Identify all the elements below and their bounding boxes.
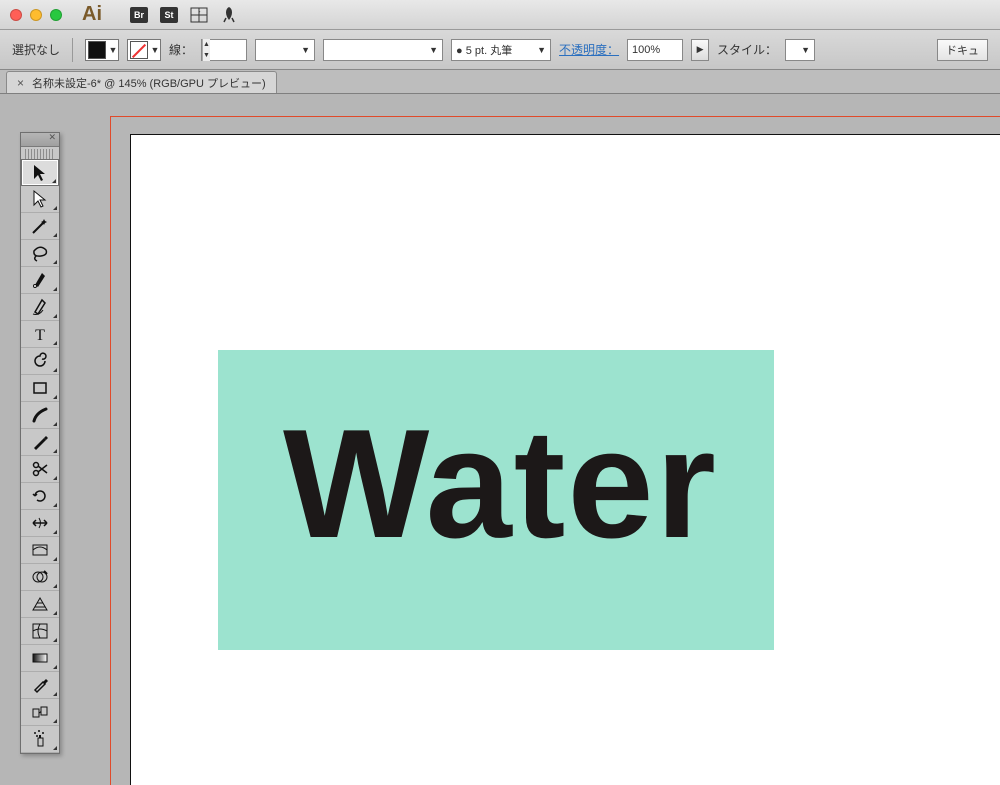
canvas-area[interactable]: Water [100, 116, 1000, 785]
app-switcher-icons: Br St [130, 7, 238, 23]
magic-wand-tool[interactable] [21, 213, 59, 240]
teal-rectangle-object[interactable]: Water [218, 350, 774, 650]
fill-swatch[interactable]: ▼ [85, 39, 119, 61]
brush-definition-dropdown[interactable]: ▼ [323, 39, 443, 61]
rect-icon [30, 378, 50, 398]
no-selection-label: 選択なし [12, 41, 60, 58]
artboard[interactable]: Water [130, 134, 1000, 785]
stock-icon[interactable]: St [160, 7, 178, 23]
variable-width-profile-dropdown[interactable]: ▼ [255, 39, 315, 61]
workspace: T Water [0, 94, 1000, 785]
pencil-icon [30, 432, 50, 452]
curvature-tool[interactable] [21, 294, 59, 321]
tools-panel[interactable]: T [20, 132, 60, 754]
document-tab[interactable]: × 名称未設定-6* @ 145% (RGB/GPU プレビュー) [6, 71, 277, 93]
stroke-swatch[interactable]: ▼ [127, 39, 161, 61]
eyedropper-tool[interactable] [21, 672, 59, 699]
spiral-icon [30, 351, 50, 371]
bridge-icon[interactable]: Br [130, 7, 148, 23]
document-tab-bar: × 名称未設定-6* @ 145% (RGB/GPU プレビュー) [0, 70, 1000, 94]
width-icon [30, 513, 50, 533]
tools-panel-header[interactable] [21, 133, 59, 147]
type-icon: T [30, 324, 50, 344]
window-traffic-lights [10, 9, 62, 21]
lasso-tool[interactable] [21, 240, 59, 267]
gradient-icon [30, 648, 50, 668]
shapebuilder-icon [30, 567, 50, 587]
brush-preset-value: ● 5 pt. 丸筆 [456, 42, 533, 58]
spray-icon [30, 729, 50, 749]
stroke-weight-stepper[interactable]: ▲▼ [202, 39, 210, 61]
pen-tool[interactable] [21, 267, 59, 294]
blend-tool[interactable] [21, 699, 59, 726]
lasso-icon [30, 243, 50, 263]
brush-preset-dropdown[interactable]: ● 5 pt. 丸筆▼ [451, 39, 551, 61]
document-setup-button[interactable]: ドキュ [937, 39, 988, 61]
control-options-bar: 選択なし ▼ ▼ 線： ▲▼ ▼ ▼ ● 5 pt. 丸筆▼ 不透明度： 100… [0, 30, 1000, 70]
selection-tool[interactable] [21, 159, 59, 186]
cursor-black-icon [30, 163, 50, 183]
warp-icon [30, 540, 50, 560]
blend-icon [30, 702, 50, 722]
document-setup-label: ドキュ [946, 42, 979, 58]
perspective-icon [30, 594, 50, 614]
perspective-grid-tool[interactable] [21, 591, 59, 618]
close-tab-icon[interactable]: × [17, 76, 24, 90]
direct-selection-tool[interactable] [21, 186, 59, 213]
mesh-icon [30, 621, 50, 641]
scissors-tool[interactable] [21, 456, 59, 483]
opacity-label[interactable]: 不透明度： [559, 41, 619, 58]
opacity-value: 100% [632, 44, 660, 56]
paintbrush-tool[interactable] [21, 402, 59, 429]
separator [72, 38, 73, 62]
shape-builder-tool[interactable] [21, 564, 59, 591]
mesh-tool[interactable] [21, 618, 59, 645]
pen-icon [30, 270, 50, 290]
stroke-label: 線： [169, 41, 193, 58]
style-label: スタイル： [717, 41, 777, 58]
brush-icon [30, 405, 50, 425]
arrange-documents-icon[interactable] [190, 7, 208, 23]
window-titlebar: Ai Br St [0, 0, 1000, 30]
pencil-tool[interactable] [21, 429, 59, 456]
rectangle-tool[interactable] [21, 375, 59, 402]
text-object[interactable]: Water [283, 395, 718, 573]
gradient-tool[interactable] [21, 645, 59, 672]
type-tool[interactable]: T [21, 321, 59, 348]
wand-icon [30, 216, 50, 236]
document-tab-title: 名称未設定-6* @ 145% (RGB/GPU プレビュー) [32, 75, 266, 91]
rotate-tool[interactable] [21, 483, 59, 510]
window-close-button[interactable] [10, 9, 22, 21]
window-minimize-button[interactable] [30, 9, 42, 21]
free-transform-tool[interactable] [21, 537, 59, 564]
app-logo: Ai [82, 3, 102, 26]
window-zoom-button[interactable] [50, 9, 62, 21]
rotate-icon [30, 486, 50, 506]
svg-text:T: T [35, 327, 45, 344]
scissors-icon [30, 459, 50, 479]
graphic-style-dropdown[interactable]: ▼ [785, 39, 815, 61]
stroke-weight-input[interactable]: ▲▼ [201, 39, 247, 61]
eyedropper-icon [30, 675, 50, 695]
tools-panel-grip[interactable] [25, 149, 55, 159]
curvature-icon [30, 297, 50, 317]
symbol-sprayer-tool[interactable] [21, 726, 59, 753]
opacity-flyout-button[interactable]: ▶ [691, 39, 709, 61]
cursor-white-icon [30, 189, 50, 209]
width-tool[interactable] [21, 510, 59, 537]
gpu-rocket-icon[interactable] [220, 7, 238, 23]
line-segment-tool[interactable] [21, 348, 59, 375]
opacity-input[interactable]: 100% [627, 39, 683, 61]
